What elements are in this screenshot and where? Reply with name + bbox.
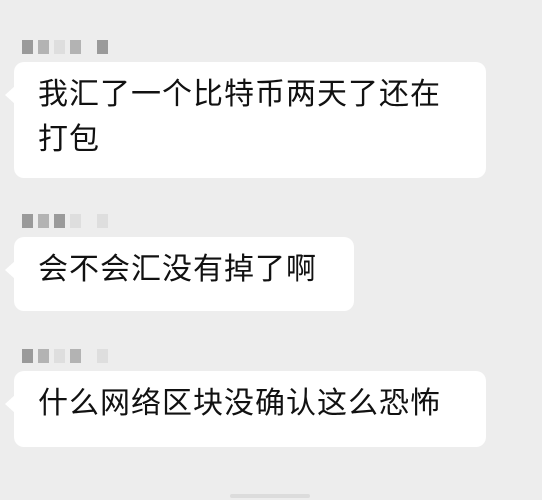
blur-block [70,214,81,228]
chat-thread: 我汇了一个比特币两天了还在打包 会不会汇没有掉了啊 什么网络区块没确认这么恐怖 [0,0,542,500]
message-text: 会不会汇没有掉了啊 [38,252,317,287]
message-text: 什么网络区块没确认这么恐怖 [38,386,441,421]
blur-block [38,349,49,363]
partial-element-edge [230,494,310,498]
blur-block [22,40,33,54]
message-bubble[interactable]: 会不会汇没有掉了啊 [5,237,354,311]
message-text: 我汇了一个比特币两天了还在打包 [38,77,441,157]
sender-name-blurred [22,212,108,230]
blur-block [54,214,65,228]
blur-block [22,349,33,363]
blur-gap [86,349,92,363]
blur-block [38,214,49,228]
blur-block [97,214,108,228]
sender-name-blurred [22,347,108,365]
sender-name-blurred [22,38,108,56]
blur-block [54,349,65,363]
blur-block [54,40,65,54]
blur-block [70,349,81,363]
blur-block [97,349,108,363]
blur-block [38,40,49,54]
message-bubble[interactable]: 我汇了一个比特币两天了还在打包 [5,62,486,178]
blur-gap [86,214,92,228]
blur-block [70,40,81,54]
blur-block [97,40,108,54]
blur-gap [86,40,92,54]
message-bubble[interactable]: 什么网络区块没确认这么恐怖 [5,371,486,447]
blur-block [22,214,33,228]
